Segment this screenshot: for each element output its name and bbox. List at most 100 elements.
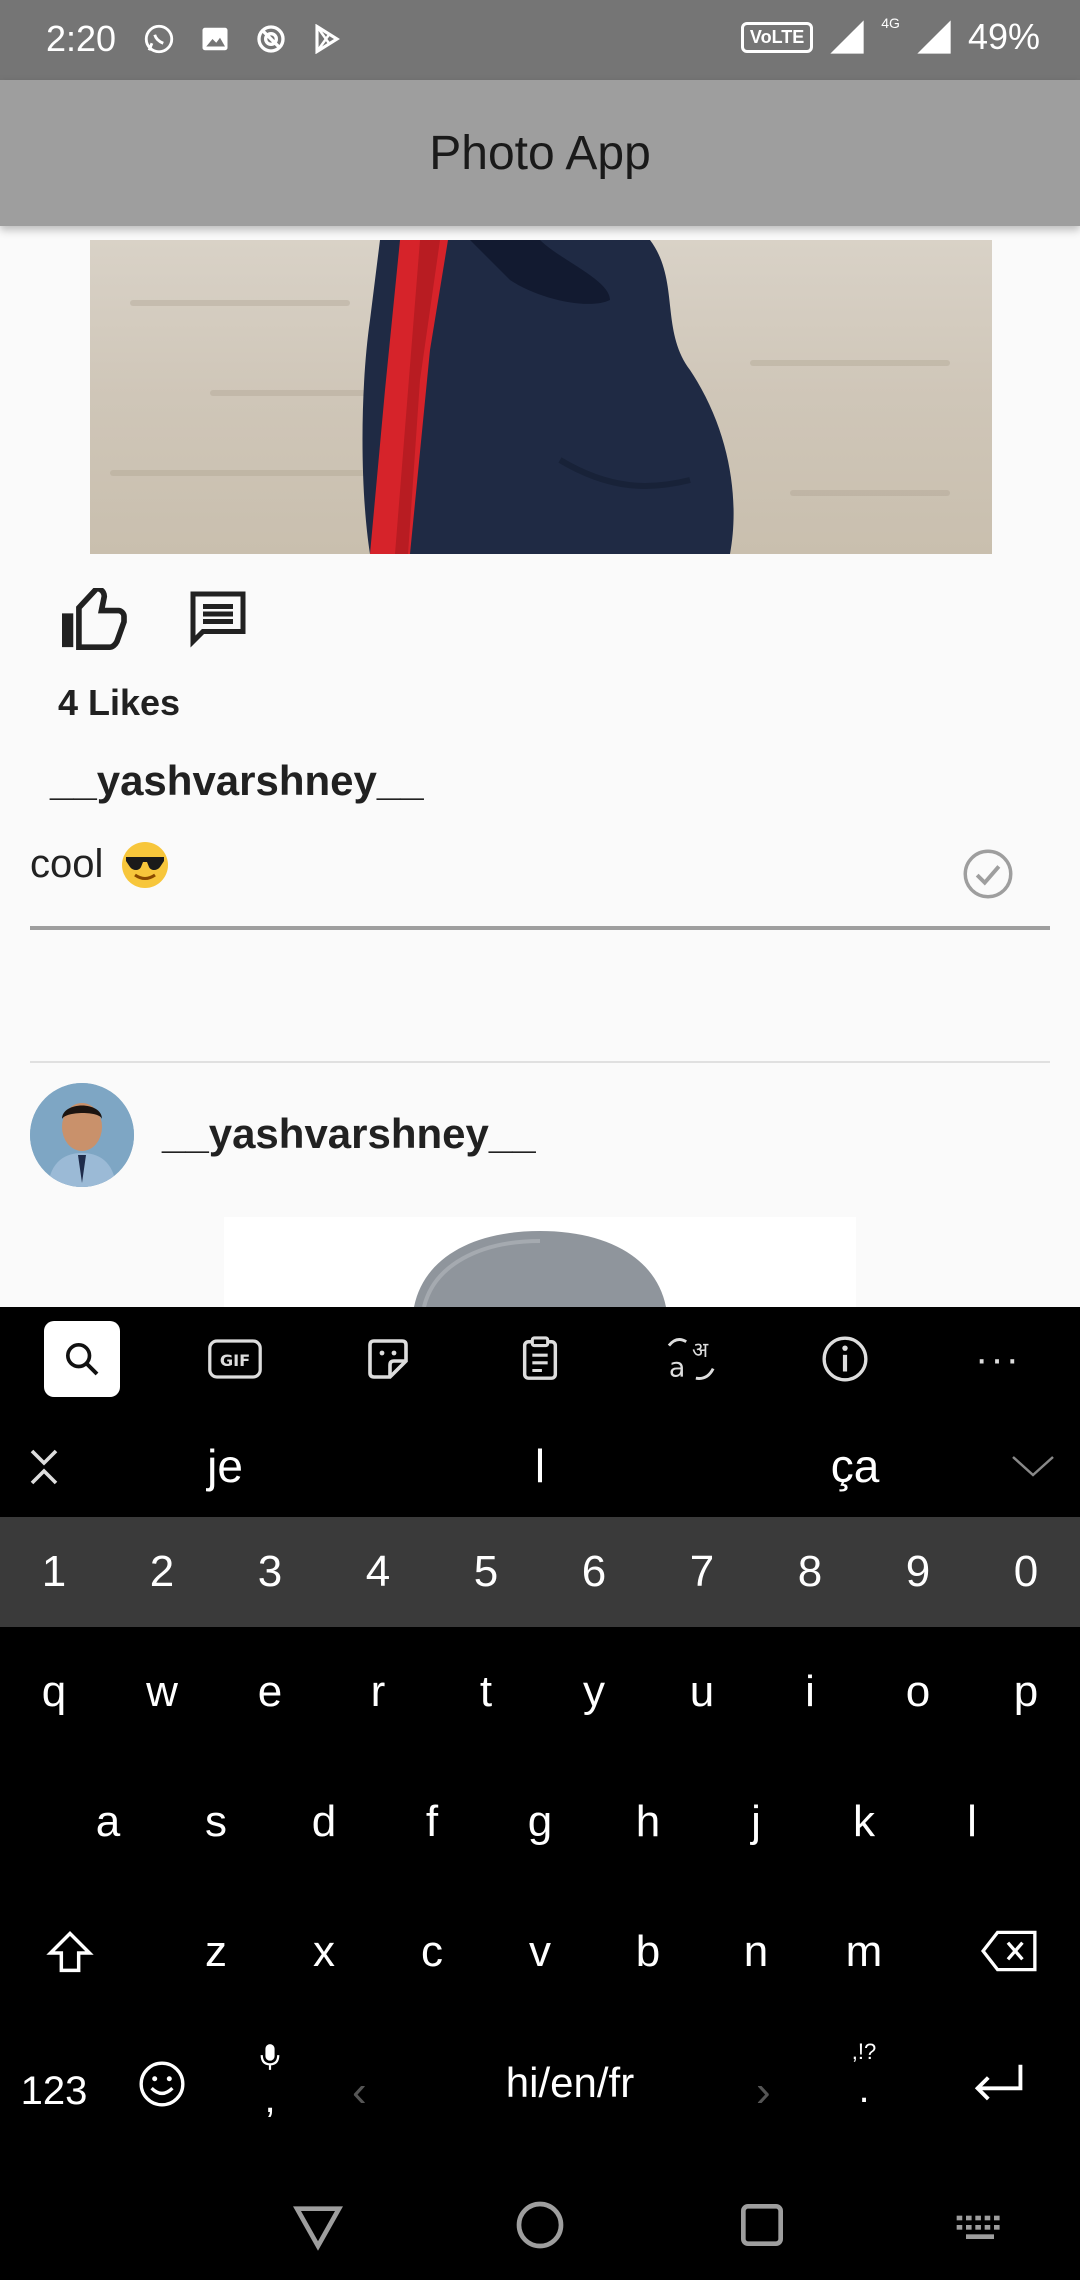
key-0[interactable]: 0: [972, 1547, 1080, 1597]
key-g[interactable]: g: [486, 1797, 594, 1847]
shift-icon: [46, 1931, 94, 1973]
comma-key[interactable]: ,: [250, 2077, 290, 2122]
key-a[interactable]: a: [54, 1797, 162, 1847]
number-row: 1 2 3 4 5 6 7 8 9 0: [0, 1517, 1080, 1627]
key-q[interactable]: q: [0, 1667, 108, 1717]
post-username[interactable]: __yashvarshney__: [50, 757, 424, 805]
keyboard-search-button[interactable]: [44, 1321, 120, 1397]
key-p[interactable]: p: [972, 1667, 1080, 1717]
key-o[interactable]: o: [864, 1667, 972, 1717]
key-6[interactable]: 6: [540, 1547, 648, 1597]
backspace-icon: [980, 1930, 1037, 1972]
info-button[interactable]: [807, 1321, 883, 1397]
key-x[interactable]: x: [270, 1927, 378, 1977]
battery-level: 49%: [967, 16, 1040, 57]
key-y[interactable]: y: [540, 1667, 648, 1717]
suggestion-1[interactable]: je: [160, 1439, 290, 1493]
key-5[interactable]: 5: [432, 1547, 540, 1597]
post-divider: [30, 1061, 1050, 1063]
collapse-icon[interactable]: [26, 1447, 62, 1487]
key-l[interactable]: l: [918, 1797, 1026, 1847]
keyboard-switch-icon[interactable]: [952, 2197, 1008, 2253]
sticker-button[interactable]: [350, 1321, 426, 1397]
svg-text:a: a: [669, 1352, 686, 1383]
keyboard: GIF aअ ··· je l ça 1 2 3 4 5 6 7 8 9 0 q…: [0, 1307, 1080, 2280]
key-4[interactable]: 4: [324, 1547, 432, 1597]
key-d[interactable]: d: [270, 1797, 378, 1847]
home-icon[interactable]: [512, 2197, 568, 2253]
key-8[interactable]: 8: [756, 1547, 864, 1597]
status-time: 2:20: [46, 18, 117, 59]
symbols-key[interactable]: 123: [14, 2069, 94, 2114]
post-photo[interactable]: [90, 240, 992, 554]
key-v[interactable]: v: [486, 1927, 594, 1977]
key-c[interactable]: c: [378, 1927, 486, 1977]
key-w[interactable]: w: [108, 1667, 216, 1717]
gif-button[interactable]: GIF: [197, 1321, 273, 1397]
avatar[interactable]: [30, 1083, 134, 1187]
space-key[interactable]: hi/en/fr: [430, 2059, 710, 2107]
comment-input-value: cool: [30, 842, 104, 886]
punctuation-hint: ,!?: [851, 2039, 877, 2064]
clipboard-button[interactable]: [502, 1321, 578, 1397]
signal-4g-icon: [917, 20, 951, 54]
like-button[interactable]: [58, 584, 128, 650]
key-1[interactable]: 1: [0, 1547, 108, 1597]
key-i[interactable]: i: [756, 1667, 864, 1717]
chevron-down-icon[interactable]: [1010, 1451, 1056, 1481]
key-s[interactable]: s: [162, 1797, 270, 1847]
notification-icons: [140, 20, 346, 58]
recents-icon[interactable]: [734, 2197, 790, 2253]
status-bar: 2:20 VoLTE 4G 49%: [0, 0, 1080, 80]
key-f[interactable]: f: [378, 1797, 486, 1847]
network-type: 4G: [881, 15, 900, 31]
submit-check-icon[interactable]: [962, 848, 1014, 900]
key-u[interactable]: u: [648, 1667, 756, 1717]
enter-key[interactable]: [966, 2059, 1032, 2119]
period-key[interactable]: .: [842, 2067, 886, 2112]
beanie-image: [414, 1231, 666, 1307]
search-icon: [66, 1343, 99, 1376]
key-9[interactable]: 9: [864, 1547, 972, 1597]
emoji-key[interactable]: [136, 2059, 188, 2119]
key-h[interactable]: h: [594, 1797, 702, 1847]
key-2[interactable]: 2: [108, 1547, 216, 1597]
key-b[interactable]: b: [594, 1927, 702, 1977]
system-status: VoLTE 4G 49%: [740, 15, 1040, 58]
whatsapp-icon: [140, 20, 178, 58]
app-bar: Photo App: [0, 80, 1080, 226]
key-row-1: q w e r t y u i o p: [0, 1667, 1080, 1787]
key-n[interactable]: n: [702, 1927, 810, 1977]
sunglasses-emoji-icon: [122, 842, 168, 888]
more-options-icon[interactable]: ···: [960, 1321, 1036, 1397]
thumbs-up-icon: [62, 584, 127, 650]
comment-button[interactable]: [188, 588, 248, 650]
suggestion-3[interactable]: ça: [790, 1439, 920, 1493]
key-m[interactable]: m: [810, 1927, 918, 1977]
next-post-photo[interactable]: [224, 1217, 856, 1307]
key-r[interactable]: r: [324, 1667, 432, 1717]
suggestion-2[interactable]: l: [475, 1439, 605, 1493]
key-j[interactable]: j: [702, 1797, 810, 1847]
person-hoodie-image: [362, 240, 734, 554]
back-icon[interactable]: [290, 2197, 346, 2253]
chevron-right-icon[interactable]: ›: [756, 2067, 771, 2117]
signal-icon: [830, 20, 864, 54]
next-post-username[interactable]: __yashvarshney__: [162, 1110, 536, 1158]
key-z[interactable]: z: [162, 1927, 270, 1977]
play-store-icon: [308, 20, 346, 58]
key-e[interactable]: e: [216, 1667, 324, 1717]
key-t[interactable]: t: [432, 1667, 540, 1717]
shift-key[interactable]: [16, 1927, 124, 1990]
translate-button[interactable]: aअ: [654, 1321, 730, 1397]
chevron-left-icon[interactable]: ‹: [352, 2067, 367, 2117]
key-7[interactable]: 7: [648, 1547, 756, 1597]
key-3[interactable]: 3: [216, 1547, 324, 1597]
svg-text:GIF: GIF: [220, 1351, 250, 1370]
microphone-icon: [260, 2044, 280, 2070]
comment-input[interactable]: cool: [30, 830, 1050, 930]
volte-badge: VoLTE: [740, 21, 814, 53]
voice-input-key[interactable]: [250, 2037, 290, 2082]
key-k[interactable]: k: [810, 1797, 918, 1847]
backspace-key[interactable]: [956, 1927, 1064, 1986]
